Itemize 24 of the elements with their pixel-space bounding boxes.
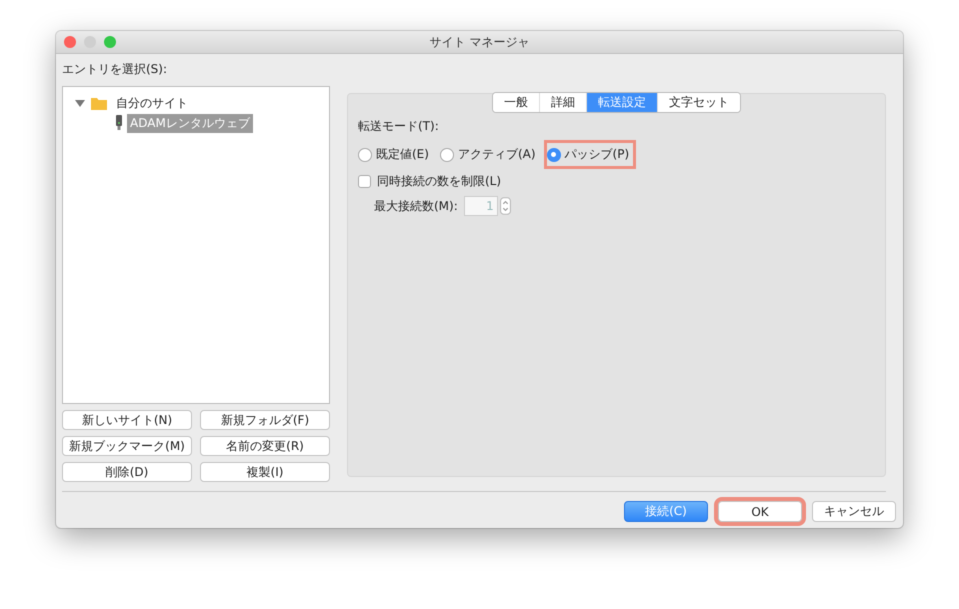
server-icon	[115, 115, 123, 131]
folder-icon	[91, 96, 107, 110]
site-button[interactable]: 新しいサイト(N)	[62, 410, 192, 430]
dialog-button[interactable]: キャンセル	[812, 501, 896, 522]
close-icon[interactable]	[64, 36, 76, 48]
tree-item[interactable]: 自分のサイト	[113, 94, 191, 112]
limit-checkbox[interactable]: 同時接続の数を制限(L)	[358, 173, 502, 190]
expand-triangle-icon[interactable]	[75, 98, 85, 108]
stepper-icon[interactable]	[500, 197, 511, 215]
minimize-icon[interactable]	[84, 36, 96, 48]
window-title: サイト マネージャ	[430, 34, 530, 50]
site-button[interactable]: 新規ブックマーク(M)	[62, 436, 192, 456]
transfer-mode-label: 転送モード(T):	[358, 118, 439, 135]
site-button[interactable]: 削除(D)	[62, 462, 192, 482]
zoom-icon[interactable]	[104, 36, 116, 48]
radio-option[interactable]: パッシブ(P)	[544, 140, 636, 169]
radio-option[interactable]: 既定値(E)	[355, 140, 436, 169]
site-button[interactable]: 名前の変更(R)	[200, 436, 330, 456]
radio-option[interactable]: アクティブ(A)	[436, 140, 543, 169]
site-button[interactable]: 複製(I)	[200, 462, 330, 482]
site-button[interactable]: 新規フォルダ(F)	[200, 410, 330, 430]
entry-label: エントリを選択(S):	[62, 61, 168, 78]
max-connections-label: 最大接続数(M):	[374, 198, 458, 214]
tab[interactable]: 一般	[493, 93, 540, 112]
